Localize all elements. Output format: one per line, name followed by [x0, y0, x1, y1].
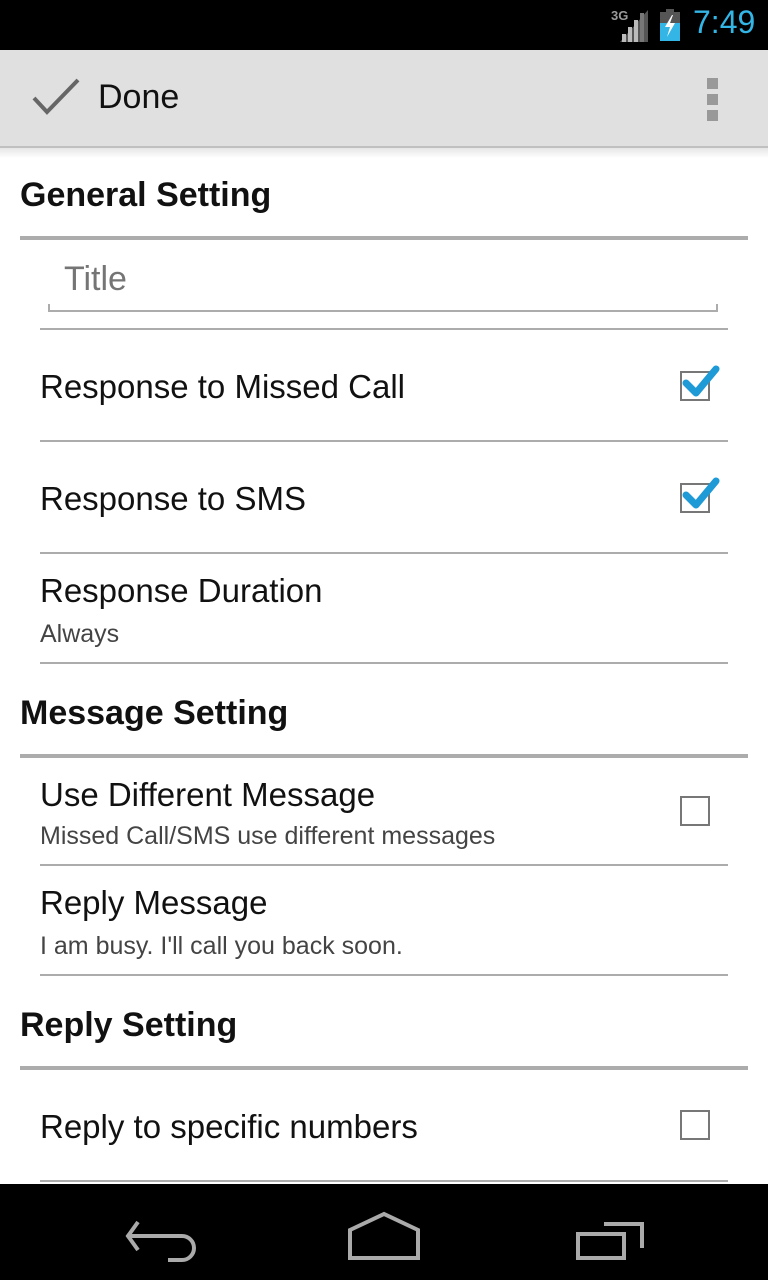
recent-apps-icon: [576, 1222, 644, 1260]
status-bar: 3G 7:49: [0, 0, 768, 50]
navigation-bar: [0, 1184, 768, 1280]
title-field-divider: [40, 320, 728, 330]
pref-title: Reply to specific numbers: [40, 1108, 418, 1145]
clock: 7:49: [693, 4, 756, 40]
pref-title: Use Different Message: [40, 776, 376, 813]
action-bar: Done: [0, 50, 768, 148]
category-title: Message Setting: [20, 694, 289, 732]
back-button[interactable]: [100, 1194, 220, 1270]
pref-title: Response to SMS: [40, 480, 306, 517]
battery-charging-icon: [660, 9, 680, 41]
overflow-menu-icon-dot: [707, 110, 718, 121]
category-divider: [20, 236, 748, 240]
checkmark-icon: [32, 78, 80, 115]
overflow-menu-icon-dot: [707, 94, 718, 105]
overflow-menu-icon: [707, 78, 718, 89]
done-label: Done: [98, 78, 180, 116]
home-button[interactable]: [324, 1194, 444, 1270]
pref-response-missed-call[interactable]: Response to Missed Call: [40, 330, 728, 442]
checkbox-sms[interactable]: [680, 477, 720, 513]
pref-summary: I am busy. I'll call you back soon.: [40, 932, 403, 960]
pref-reply-message[interactable]: Reply Message I am busy. I'll call you b…: [40, 866, 728, 976]
pref-response-duration[interactable]: Response Duration Always: [40, 554, 728, 664]
action-bar-shadow: [0, 148, 768, 158]
checkbox-use-different-message[interactable]: [680, 796, 710, 826]
category-title: Reply Setting: [20, 1006, 238, 1044]
title-field[interactable]: [48, 250, 720, 312]
pref-use-different-message[interactable]: Use Different Message Missed Call/SMS us…: [40, 758, 728, 866]
pref-title: Reply Message: [40, 884, 268, 921]
checkbox-missed-call[interactable]: [680, 365, 720, 401]
pref-response-sms[interactable]: Response to SMS: [40, 442, 728, 554]
checkmark-icon: [682, 477, 720, 509]
pref-title: Response Duration: [40, 572, 323, 609]
title-input[interactable]: [48, 250, 718, 308]
title-input-underline: [48, 304, 718, 312]
back-icon: [125, 1220, 196, 1262]
signal-icon: [620, 10, 648, 42]
pref-reply-specific-numbers[interactable]: Reply to specific numbers: [40, 1070, 728, 1182]
pref-summary: Missed Call/SMS use different messages: [40, 822, 496, 850]
pref-title: Response to Missed Call: [40, 368, 405, 405]
home-icon: [348, 1211, 420, 1260]
overflow-menu-button[interactable]: [690, 70, 734, 126]
checkmark-icon: [682, 365, 720, 397]
done-button[interactable]: Done: [20, 50, 200, 146]
pref-summary: Always: [40, 620, 120, 648]
checkbox-reply-specific-numbers[interactable]: [680, 1110, 710, 1140]
recent-apps-button[interactable]: [550, 1194, 670, 1270]
category-title: General Setting: [20, 176, 272, 214]
